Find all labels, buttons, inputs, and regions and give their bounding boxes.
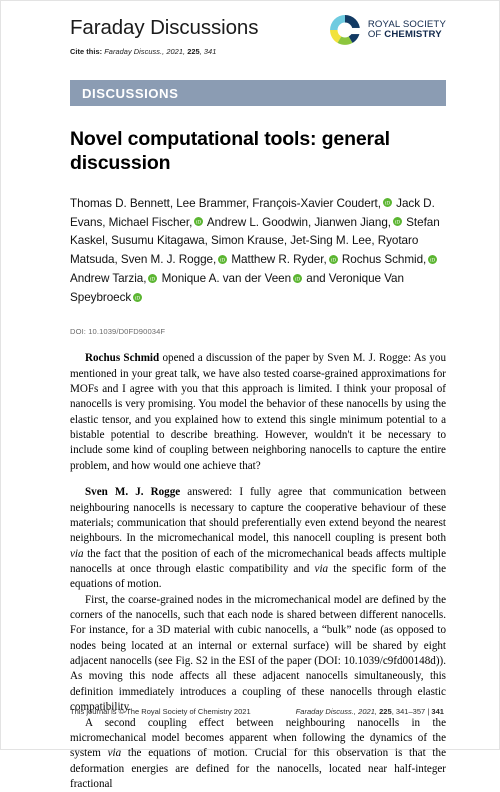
page-title: Novel computational tools: general discu… xyxy=(70,128,390,174)
article-doi: DOI: 10.1039/D0FD90034F xyxy=(70,327,166,337)
footer-journal: Faraday Discuss. xyxy=(295,707,354,716)
page-content: Faraday Discussions Cite this: Faraday D… xyxy=(70,1,446,792)
footer-citation: Faraday Discuss., 2021, 225, 341–357 | 3… xyxy=(296,707,444,716)
svg-text:iD: iD xyxy=(295,276,300,282)
orcid-icon[interactable]: iD xyxy=(428,254,438,264)
author-names: Monique A. van der Veen xyxy=(158,272,292,286)
body-text-run: the equations of motion. Crucial for thi… xyxy=(70,747,446,790)
author-names: Andrew L. Goodwin, Jianwen Jiang, xyxy=(204,215,391,229)
emphasis-text: via xyxy=(107,747,122,760)
article-body: Rochus Schmid opened a discussion of the… xyxy=(70,351,446,792)
section-banner-label: DISCUSSIONS xyxy=(82,85,179,101)
svg-text:iD: iD xyxy=(196,219,201,225)
speaker-name: Rochus Schmid xyxy=(85,352,160,365)
author-names: Rochus Schmid, xyxy=(338,253,427,267)
author-names: Thomas D. Bennett, Lee Brammer, François… xyxy=(70,196,381,210)
author-names: Matthew R. Ryder, xyxy=(228,253,327,267)
page-footer: This journal is © The Royal Society of C… xyxy=(70,707,444,716)
cite-this-page: , 341 xyxy=(199,46,217,56)
orcid-icon[interactable]: iD xyxy=(148,273,158,283)
svg-text:iD: iD xyxy=(385,200,390,206)
footer-page-number: 341 xyxy=(431,707,444,716)
orcid-icon[interactable]: iD xyxy=(392,217,402,227)
body-text-run: opened a discussion of the paper by Sven… xyxy=(70,352,446,472)
royal-society-of-chemistry-logo[interactable]: ROYAL SOCIETY OF CHEMISTRY xyxy=(328,13,446,47)
orcid-icon[interactable]: iD xyxy=(194,217,204,227)
svg-text:iD: iD xyxy=(331,257,336,263)
svg-text:iD: iD xyxy=(430,257,435,263)
emphasis-text: via xyxy=(70,547,84,560)
emphasis-text: via xyxy=(314,562,329,575)
body-paragraph: Rochus Schmid opened a discussion of the… xyxy=(70,351,446,474)
rsc-wordmark-of: OF xyxy=(367,29,385,40)
rsc-c-mark-icon xyxy=(329,15,361,45)
svg-text:iD: iD xyxy=(150,276,155,282)
cite-this-label: Cite this: xyxy=(70,46,103,56)
masthead: Faraday Discussions Cite this: Faraday D… xyxy=(70,1,446,67)
article-page: Faraday Discussions Cite this: Faraday D… xyxy=(0,0,500,790)
section-banner: DISCUSSIONS xyxy=(70,80,446,106)
orcid-icon[interactable]: iD xyxy=(133,292,143,302)
rsc-wordmark: ROYAL SOCIETY OF CHEMISTRY xyxy=(367,19,446,41)
cite-this-year: , 2021, xyxy=(162,46,188,56)
body-paragraph: Sven M. J. Rogge answered: I fully agree… xyxy=(70,485,446,593)
cite-this-volume: 225 xyxy=(187,46,200,56)
svg-text:iD: iD xyxy=(395,219,400,225)
orcid-icon[interactable]: iD xyxy=(293,273,303,283)
footer-copyright: This journal is © The Royal Society of C… xyxy=(70,707,251,716)
footer-pages: , 341–357 | xyxy=(391,707,432,716)
cite-this-line: Cite this: Faraday Discuss., 2021, 225, … xyxy=(70,47,446,56)
footer-year: , 2021, xyxy=(353,707,380,716)
rsc-wordmark-chemistry: CHEMISTRY xyxy=(384,29,442,40)
orcid-icon[interactable]: iD xyxy=(382,198,392,208)
footer-volume: 225 xyxy=(379,707,392,716)
body-text-run: First, the coarse-grained nodes in the m… xyxy=(70,593,446,714)
cite-this-journal: Faraday Discuss. xyxy=(104,46,163,56)
speaker-name: Sven M. J. Rogge xyxy=(85,486,181,499)
author-names: Andrew Tarzia, xyxy=(70,272,147,286)
rsc-wordmark-line2: OF CHEMISTRY xyxy=(367,29,446,40)
author-list: Thomas D. Bennett, Lee Brammer, François… xyxy=(70,195,446,309)
body-paragraph: First, the coarse-grained nodes in the m… xyxy=(70,593,446,716)
svg-text:iD: iD xyxy=(220,257,225,263)
orcid-icon[interactable]: iD xyxy=(218,254,228,264)
orcid-icon[interactable]: iD xyxy=(328,254,338,264)
body-paragraph: A second coupling effect between neighbo… xyxy=(70,716,446,792)
svg-text:iD: iD xyxy=(135,295,140,301)
